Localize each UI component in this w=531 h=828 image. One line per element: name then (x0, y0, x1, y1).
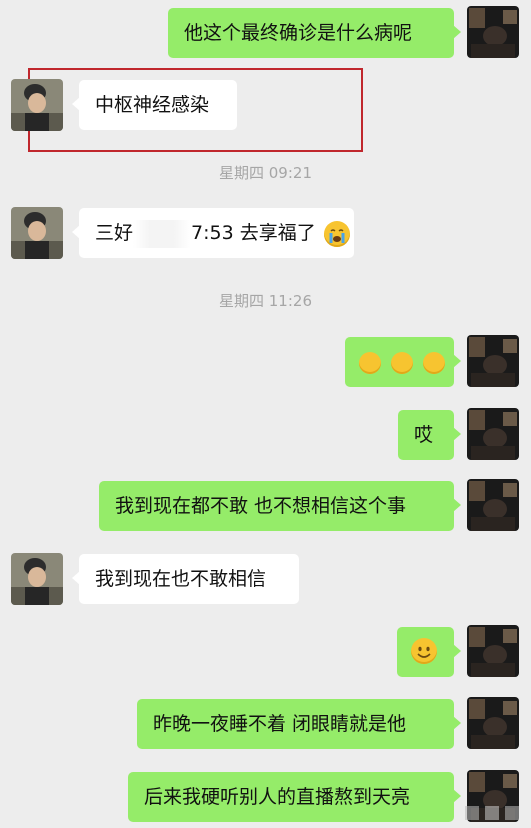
self-avatar[interactable] (467, 625, 519, 677)
contact-avatar[interactable] (11, 207, 63, 259)
blurred-region (133, 219, 192, 248)
timestamp: 星期四 09:21 (219, 164, 312, 182)
contact-avatar[interactable] (11, 553, 63, 605)
message-text: 三好 (95, 222, 134, 244)
watermark (463, 802, 523, 824)
self-avatar[interactable] (467, 697, 519, 749)
message-bubble-self[interactable]: 昨晚一夜睡不着 闭眼睛就是他 (137, 699, 461, 749)
message-bubble-self[interactable]: 哎 (398, 410, 461, 460)
self-avatar[interactable] (467, 408, 519, 460)
message-bubble-contact[interactable]: 中枢神经感染 (72, 80, 237, 130)
message-text: 7:53 去享福了 (191, 222, 316, 244)
message-bubble-self[interactable]: 后来我硬听别人的直播熬到天亮 (128, 772, 461, 822)
hugging-face-icon (423, 351, 446, 374)
crying-face-icon (323, 220, 350, 247)
self-avatar[interactable] (467, 335, 519, 387)
message-bubble-self[interactable]: 他这个最终确诊是什么病呢 (168, 8, 461, 58)
self-avatar[interactable] (467, 6, 519, 58)
smiling-face-icon (411, 638, 437, 664)
message-bubble-contact[interactable]: 我到现在也不敢相信 (72, 554, 299, 604)
message-bubble-self[interactable] (397, 627, 461, 677)
message-bubble-contact[interactable]: 三好 7:53 去享福了 (72, 208, 354, 258)
self-avatar[interactable] (467, 479, 519, 531)
hugging-face-icon (359, 351, 381, 374)
timestamp: 星期四 11:26 (219, 292, 312, 310)
message-bubble-self[interactable] (345, 337, 461, 387)
hugging-face-icon (391, 351, 414, 374)
contact-avatar[interactable] (11, 79, 63, 131)
message-bubble-self[interactable]: 我到现在都不敢 也不想相信这个事 (99, 481, 461, 531)
